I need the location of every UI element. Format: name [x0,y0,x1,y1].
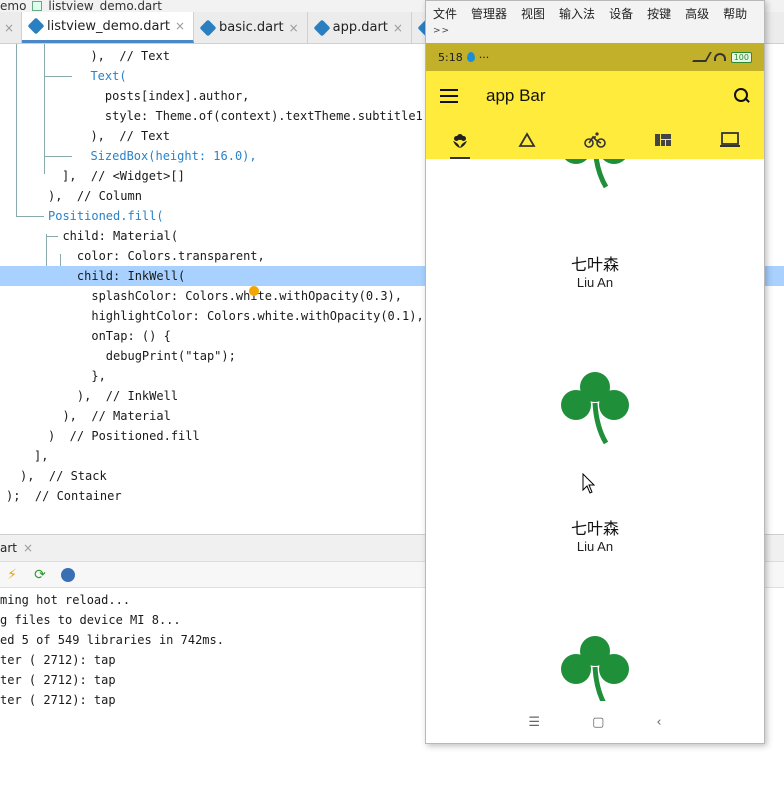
tab-history[interactable] [494,121,562,159]
app-bar-title: app Bar [486,86,546,105]
tab-quilt[interactable] [629,121,697,159]
menu-keys[interactable]: 按键 [647,5,671,22]
menu-advanced[interactable]: 高级 [685,5,709,22]
console-line: ming hot reload... [0,593,131,607]
local-florist-icon [452,134,467,148]
wifi-icon [713,53,726,61]
menu-help[interactable]: 帮助 [723,5,747,22]
battery-icon: 100 [730,51,752,63]
clover-image[interactable] [552,159,638,193]
hot-restart-icon[interactable]: ⟳ [32,567,48,583]
directions-bike-icon [584,132,606,148]
app-bar: app Bar [426,71,764,121]
close-icon[interactable]: × [393,21,403,35]
emulator-window: 文件 管理器 视图 输入法 设备 按键 高级 帮助 >> 5:18 ··· 10… [425,0,765,744]
breadcrumb-item[interactable]: listview_demo.dart [48,0,162,12]
post-title: 七叶森 [570,519,619,538]
clover-image[interactable] [552,627,638,701]
clover-image[interactable] [552,363,638,449]
file-icon [32,1,43,11]
status-dots: ··· [478,50,490,64]
dart-file-icon [313,19,331,36]
menu-device[interactable]: 设备 [609,5,633,22]
status-time: 5:18 [438,50,463,64]
editor-tab-app[interactable]: app.dart × [308,12,412,43]
intention-bulb-icon[interactable] [249,286,259,296]
tab-label: basic.dart [219,20,284,35]
post-title: 七叶森 [570,255,619,274]
dart-file-icon [27,17,45,35]
close-icon[interactable]: × [23,541,33,555]
home-icon[interactable]: ▢ [592,715,604,730]
menu-manager[interactable]: 管理器 [471,5,507,22]
post-author: Liu An [576,275,614,290]
post-author: Liu An [576,539,614,554]
console-line: ter ( 2712): tap [0,673,116,687]
change-history-icon [518,132,536,147]
tab-label: listview_demo.dart [47,18,170,34]
recent-apps-icon[interactable]: ☰ [528,715,540,730]
editor-tab[interactable]: × [0,12,22,43]
dart-file-icon [199,19,217,36]
editor-tab-basic[interactable]: basic.dart × [194,12,308,43]
menu-icon[interactable] [440,89,458,103]
tab-label: app.dart [332,20,388,35]
app-tab-bar [426,121,764,159]
tab-bike[interactable] [561,121,629,159]
hot-reload-icon[interactable]: ⚡ [4,567,20,583]
water-drop-icon [466,52,475,62]
menu-file[interactable]: 文件 [433,5,457,22]
devtools-icon[interactable] [60,567,76,583]
close-icon[interactable]: × [4,21,14,35]
android-nav-bar: ☰ ▢ ‹ [426,701,764,743]
close-icon[interactable]: × [289,21,299,35]
signal-icon [691,52,712,62]
menu-input-method[interactable]: 输入法 [559,5,595,22]
close-icon[interactable]: × [175,19,185,33]
post-item[interactable]: 七叶森 Liu An [426,515,764,554]
console-line: g files to device MI 8... [0,613,181,627]
view-quilt-icon [654,134,671,146]
mouse-cursor-icon [582,473,596,494]
console-line: ed 5 of 549 libraries in 742ms. [0,633,224,647]
search-icon[interactable] [734,88,750,104]
post-list[interactable]: 七叶森 Liu An 七叶森 Liu An [426,159,764,701]
tab-laptop[interactable] [696,121,764,159]
menu-overflow[interactable]: >> [433,26,450,36]
console-line: ter ( 2712): tap [0,653,116,667]
run-tab-label[interactable]: art [0,541,17,555]
breadcrumb-item[interactable]: emo [0,0,26,12]
laptop-icon [720,132,741,147]
emulator-menu-bar: 文件 管理器 视图 输入法 设备 按键 高级 帮助 >> [426,1,764,43]
back-icon[interactable]: ‹ [656,715,661,730]
console-line: ter ( 2712): tap [0,693,116,707]
menu-view[interactable]: 视图 [521,5,545,22]
phone-status-bar: 5:18 ··· 100 [426,43,764,71]
post-item[interactable]: 七叶森 Liu An [426,251,764,290]
tab-florist[interactable] [426,121,494,159]
editor-tab-listview-demo[interactable]: listview_demo.dart × [22,12,195,43]
